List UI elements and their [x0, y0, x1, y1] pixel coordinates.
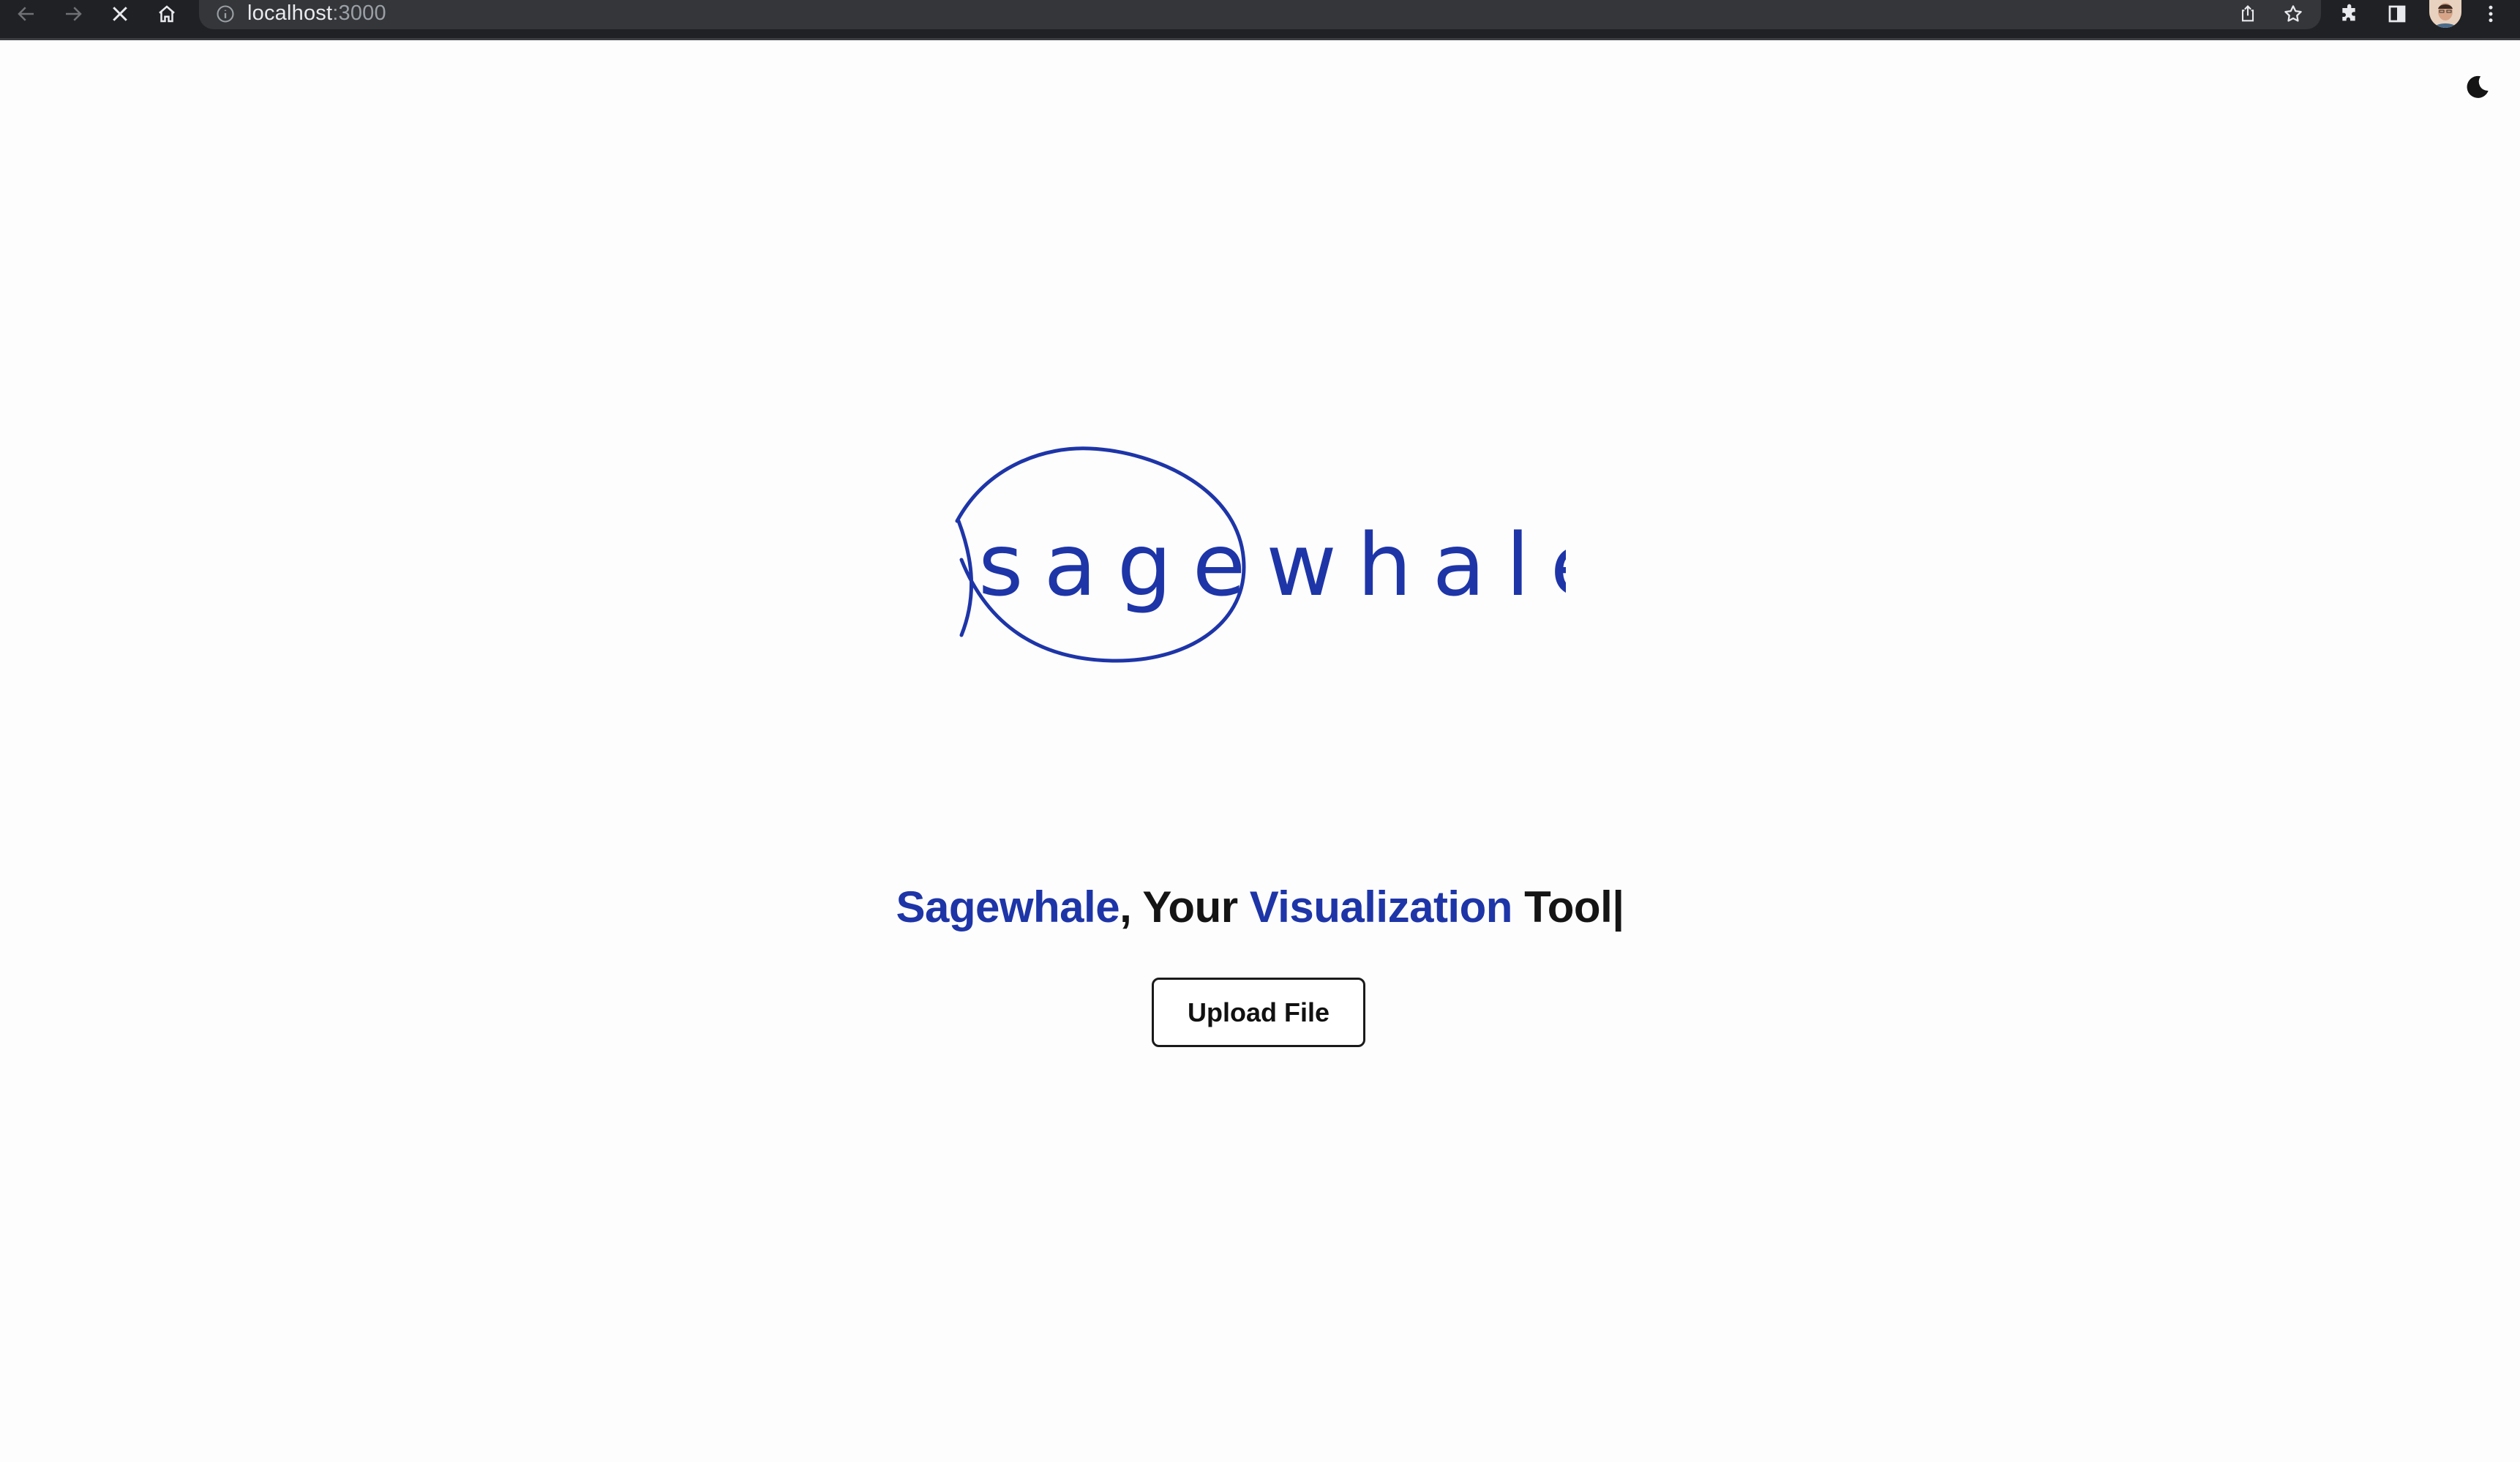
address-bar[interactable]: localhost:3000	[199, 0, 2321, 29]
page-content: sagewhale Sagewhale, Your Visualization …	[0, 40, 2520, 1462]
more-menu-icon[interactable]	[2476, 0, 2505, 28]
headline-highlight: Visualization	[1249, 882, 1513, 931]
share-icon[interactable]	[2233, 0, 2262, 28]
url-text[interactable]: localhost:3000	[247, 0, 386, 26]
extensions-icon[interactable]	[2334, 0, 2366, 28]
url-port: :3000	[332, 1, 386, 25]
upload-file-button[interactable]: Upload File	[1152, 978, 1365, 1047]
headline-separator: , Your	[1120, 882, 1250, 931]
stop-loading-icon[interactable]	[105, 0, 135, 28]
hero-headline: Sagewhale, Your Visualization Tool|	[0, 882, 2520, 932]
profile-avatar[interactable]	[2429, 0, 2461, 28]
sagewhale-logo: sagewhale	[944, 421, 1603, 684]
side-panel-icon[interactable]	[2381, 0, 2413, 28]
browser-toolbar: localhost:3000	[0, 0, 2520, 40]
headline-brand: Sagewhale	[896, 882, 1120, 931]
url-host: localhost	[247, 1, 333, 25]
star-icon[interactable]	[2279, 0, 2308, 28]
theme-toggle-button[interactable]	[2460, 71, 2495, 106]
typing-cursor: |	[1612, 882, 1624, 931]
forward-arrow-icon[interactable]	[59, 0, 88, 28]
home-icon[interactable]	[152, 0, 181, 28]
moon-icon	[2463, 72, 2492, 105]
headline-tail: Tool	[1512, 882, 1613, 931]
back-arrow-icon[interactable]	[12, 0, 41, 28]
logo-text: sagewhale	[978, 514, 1566, 615]
info-icon[interactable]	[215, 4, 236, 28]
